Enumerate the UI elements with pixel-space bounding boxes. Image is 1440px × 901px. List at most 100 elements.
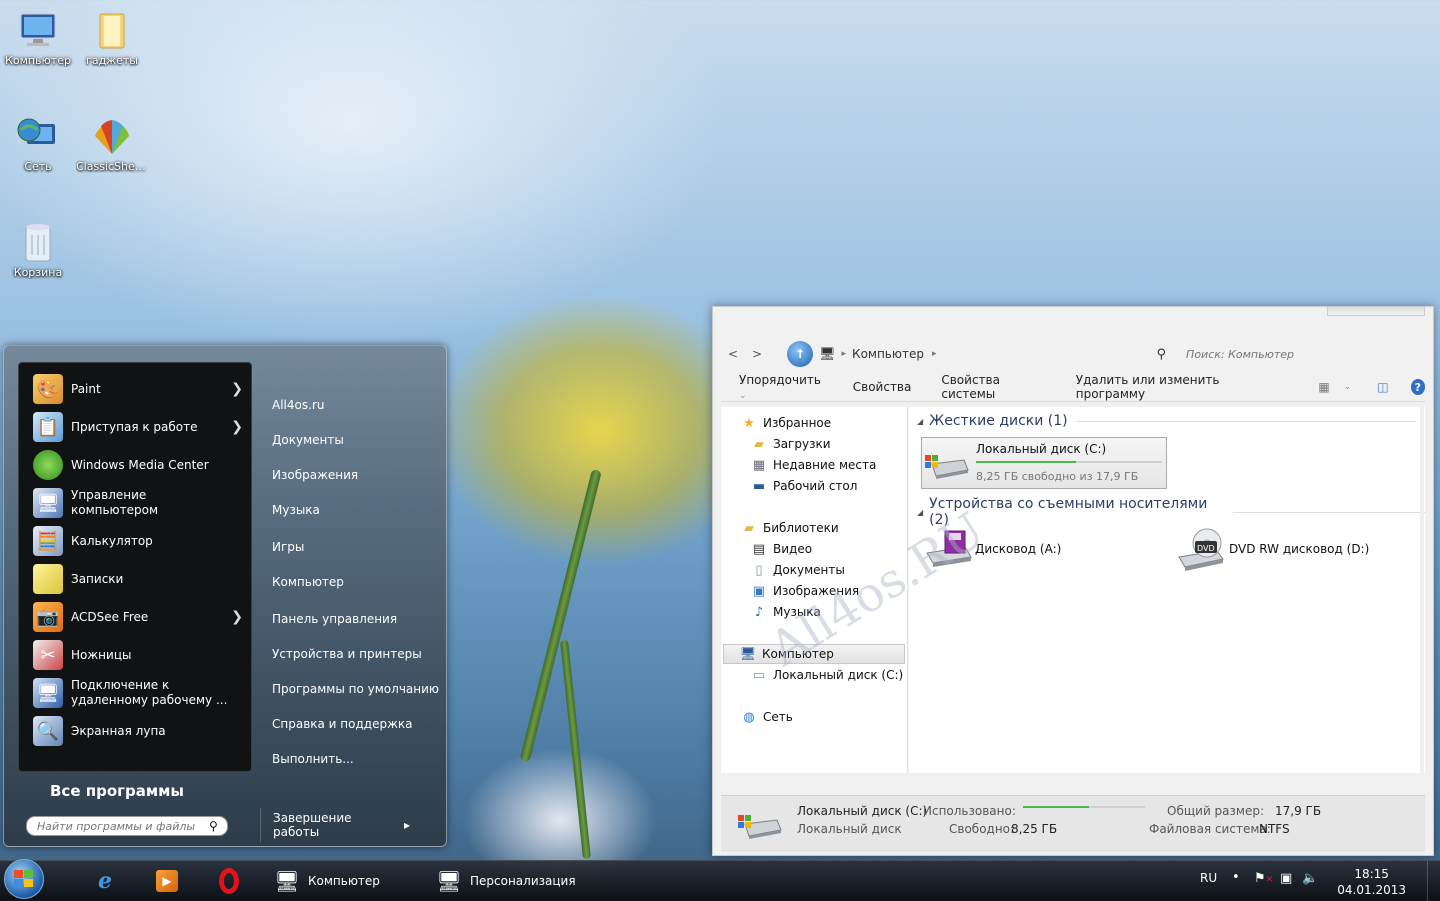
place-control-panel[interactable]: Панель управления	[272, 612, 397, 626]
nav-documents[interactable]: ▯ Документы	[751, 562, 844, 578]
search-icon: ⚲	[209, 819, 218, 833]
taskbar-internet-explorer[interactable]: e	[88, 864, 122, 898]
program-computer-management[interactable]: 🖥 Управление компьютером	[33, 485, 243, 521]
program-getting-started[interactable]: 📋 Приступая к работе ❯	[33, 409, 243, 445]
breadcrumb-dropdown[interactable]: ▸	[932, 349, 937, 359]
taskbar-opera[interactable]	[212, 864, 246, 898]
chevron-down-icon: ⌄	[739, 391, 747, 401]
program-acdsee[interactable]: 📷 ACDSee Free ❯	[33, 599, 243, 635]
network-icon: ◍	[743, 709, 755, 725]
show-desktop-button[interactable]	[1427, 861, 1440, 901]
computer-icon: 🖥	[274, 869, 300, 893]
drive-c-usage-bar	[976, 461, 1162, 463]
taskbar: e ▶ 🖥 Компьютер 🖥 Персонализация RU • ⚑✕…	[0, 859, 1440, 901]
personalization-icon: 🖥	[436, 869, 462, 893]
tray-dot-icon[interactable]: •	[1232, 870, 1240, 885]
program-media-center[interactable]: Windows Media Center	[33, 447, 243, 483]
vertical-scroll-divider	[1420, 407, 1424, 773]
desktop-icon-network[interactable]: Сеть	[2, 114, 74, 173]
help-icon[interactable]: ?	[1410, 379, 1425, 395]
nav-downloads[interactable]: ▰ Загрузки	[751, 436, 831, 452]
breadcrumb-computer[interactable]: Компьютер	[852, 347, 924, 361]
volume-icon[interactable]: 🔈	[1302, 871, 1318, 886]
up-arrow-icon[interactable]: ↑	[787, 341, 813, 367]
program-calculator[interactable]: 🧮 Калькулятор	[33, 523, 243, 559]
preview-pane-icon[interactable]: ◫	[1377, 380, 1388, 394]
views-chevron-down-icon[interactable]: ⌄	[1344, 382, 1352, 392]
clock-time: 18:15	[1354, 867, 1389, 881]
properties-button[interactable]: Свойства	[853, 380, 912, 394]
clock[interactable]: 18:15 04.01.2013	[1337, 866, 1406, 898]
back-button[interactable]: <	[721, 347, 745, 361]
status-usage-fill	[1023, 806, 1089, 808]
program-remote-desktop[interactable]: 🖥 Подключение к удаленному рабочему ...	[33, 675, 243, 711]
start-button[interactable]	[4, 859, 44, 899]
desktop-icon-recycle-bin[interactable]: Корзина	[2, 220, 74, 279]
desktop-folder-icon: ▬	[752, 478, 766, 494]
search-icon[interactable]: ⚲	[1157, 347, 1167, 362]
nav-favorites[interactable]: ★ Избранное	[741, 415, 831, 431]
taskbar-computer[interactable]: 🖥 Компьютер	[270, 864, 420, 898]
place-help-support[interactable]: Справка и поддержка	[272, 717, 413, 731]
organize-button[interactable]: Упорядочить ⌄	[739, 373, 823, 401]
group-hard-drives[interactable]: ◢ Жесткие диски (1)	[917, 413, 1416, 429]
media-center-icon	[33, 450, 63, 480]
taskbar-personalization[interactable]: 🖥 Персонализация	[432, 864, 602, 898]
all-programs-button[interactable]: Все программы	[50, 782, 184, 800]
nav-local-disk[interactable]: ▭ Локальный диск (C:)	[751, 667, 903, 683]
drive-d-tile[interactable]: DVD DVD RW дисковод (D:)	[1177, 525, 1417, 573]
command-bar: Упорядочить ⌄ Свойства Свойства системы …	[721, 373, 1425, 402]
hard-drive-icon	[737, 808, 783, 840]
hard-drive-icon: ▭	[752, 667, 766, 683]
place-pictures[interactable]: Изображения	[272, 468, 358, 482]
explorer-window: < > ↑ 🖥 ▸ Компьютер ▸ ⚲ Упорядочить ⌄ Св…	[712, 306, 1434, 856]
place-run[interactable]: Выполнить...	[272, 752, 354, 766]
window-title-bar[interactable]	[713, 307, 1433, 333]
classic-shell-icon	[90, 114, 134, 158]
desktop-icon-computer[interactable]: Компьютер	[2, 8, 74, 67]
taskbar-media-player[interactable]: ▶	[150, 864, 184, 898]
place-games[interactable]: Игры	[272, 540, 304, 554]
shutdown-arrow-icon[interactable]: ▸	[404, 818, 410, 832]
explorer-search-input[interactable]	[1184, 346, 1379, 362]
nav-recent[interactable]: ▦ Недавние места	[751, 457, 877, 473]
start-search-box[interactable]: ⚲	[26, 816, 228, 836]
place-music[interactable]: Музыка	[272, 503, 320, 517]
place-default-programs[interactable]: Программы по умолчанию	[272, 682, 439, 696]
language-indicator[interactable]: RU	[1200, 871, 1217, 885]
uninstall-button[interactable]: Удалить или изменить программу	[1076, 373, 1271, 401]
libraries-icon: ▰	[744, 520, 754, 536]
window-caption-buttons[interactable]	[1327, 307, 1425, 316]
network-tray-icon[interactable]: ▣	[1280, 871, 1292, 886]
group-divider	[1233, 511, 1425, 513]
desktop-icon-gadgets[interactable]: гаджеты	[76, 8, 148, 67]
group-removable[interactable]: ◢ Устройства со съемными носителями (2)	[917, 496, 1425, 528]
drive-c-tile[interactable]: Локальный диск (C:) 8,25 ГБ свободно из …	[921, 437, 1167, 489]
start-search-input[interactable]	[35, 818, 209, 834]
views-icon[interactable]: ▦	[1318, 380, 1329, 394]
program-magnifier[interactable]: 🔍 Экранная лупа	[33, 713, 243, 749]
action-center-flag-icon[interactable]: ⚑✕	[1254, 871, 1273, 886]
system-properties-button[interactable]: Свойства системы	[941, 373, 1045, 401]
downloads-folder-icon: ▰	[754, 436, 764, 452]
place-computer[interactable]: Компьютер	[272, 575, 344, 589]
desktop: { "desktop": { "icons": [ {"label": "Ком…	[0, 0, 1440, 901]
nav-video[interactable]: ▤ Видео	[751, 541, 812, 557]
nav-libraries[interactable]: ▰ Библиотеки	[741, 520, 839, 536]
program-paint[interactable]: 🎨 Paint ❯	[33, 371, 243, 407]
program-snipping-tool[interactable]: ✂ Ножницы	[33, 637, 243, 673]
status-used-label: Использовано:	[923, 804, 1016, 818]
shutdown-button[interactable]: Завершение работы ▸	[260, 808, 410, 842]
program-sticky-notes[interactable]: Записки	[33, 561, 243, 597]
opera-icon	[212, 864, 246, 898]
place-documents[interactable]: Документы	[272, 433, 344, 447]
nav-network[interactable]: ◍ Сеть	[741, 709, 793, 725]
remote-desktop-icon: 🖥	[33, 678, 63, 708]
computer-management-icon: 🖥	[33, 488, 63, 518]
acdsee-icon: 📷	[33, 602, 63, 632]
forward-button[interactable]: >	[745, 347, 769, 361]
place-devices-printers[interactable]: Устройства и принтеры	[272, 647, 422, 661]
place-all4os[interactable]: All4os.ru	[272, 398, 324, 412]
desktop-icon-classic-shell[interactable]: ClassicShel...	[76, 114, 148, 173]
nav-desktop[interactable]: ▬ Рабочий стол	[751, 478, 858, 494]
